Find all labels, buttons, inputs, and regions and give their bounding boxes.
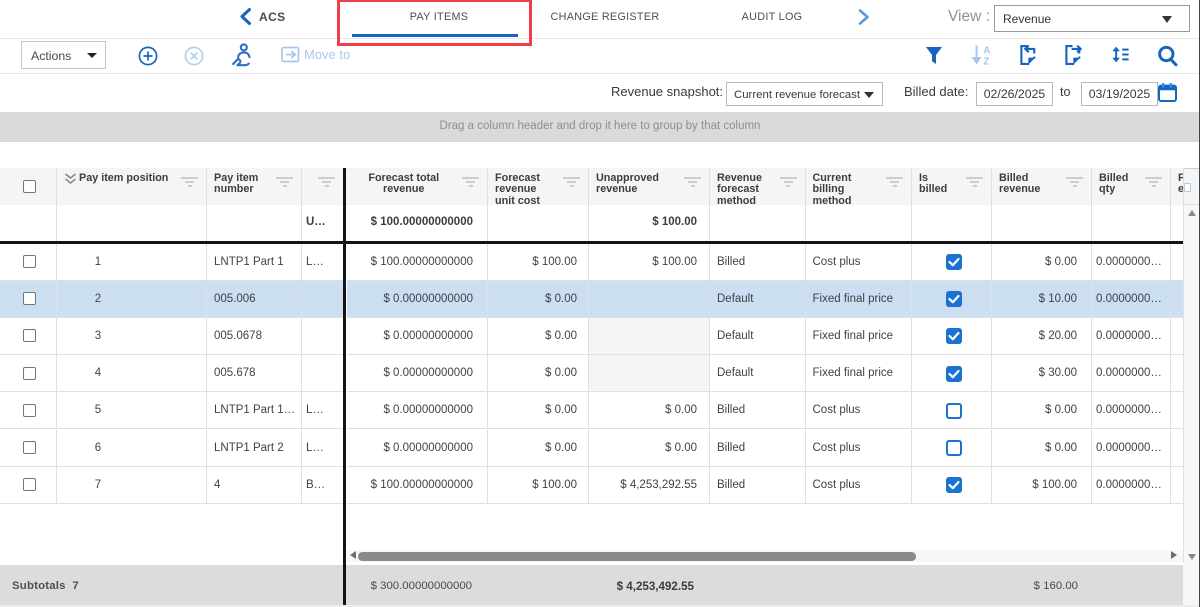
svg-text:A: A xyxy=(983,45,990,56)
svg-text:Z: Z xyxy=(983,56,989,67)
